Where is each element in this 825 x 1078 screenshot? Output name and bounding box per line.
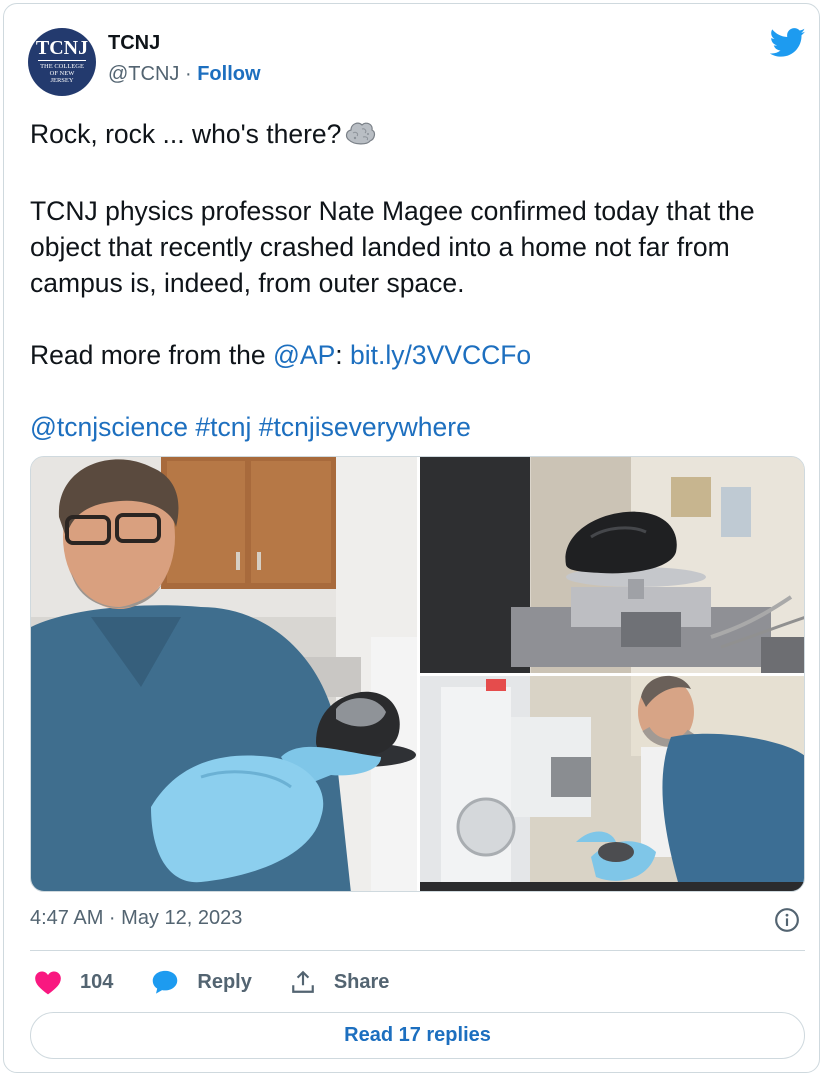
mention-tcnjscience-link[interactable]: @tcnjscience <box>30 412 188 442</box>
read-more-colon: : <box>335 340 351 370</box>
avatar-logo-text: TCNJ <box>35 37 89 59</box>
avatar[interactable]: TCNJ THE COLLEGE OF NEW JERSEY <box>28 28 96 96</box>
author-handle[interactable]: @TCNJ <box>108 63 179 85</box>
tweet-paragraph-2: TCNJ physics professor Nate Magee confir… <box>30 196 755 298</box>
photo-meteorite-on-instrument[interactable] <box>420 457 805 673</box>
like-button[interactable]: 104 <box>34 969 113 995</box>
share-button[interactable]: Share <box>290 969 390 995</box>
read-more-prefix: Read more from the <box>30 340 274 370</box>
read-replies-button[interactable]: Read 17 replies <box>30 1012 805 1059</box>
tweet-hashtags: @tcnjscience #tcnj #tcnjiseverywhere <box>30 409 810 445</box>
share-icon <box>292 970 314 993</box>
handle-separator: · <box>184 63 192 85</box>
twitter-bird-icon[interactable] <box>770 28 806 58</box>
reply-label: Reply <box>197 970 252 993</box>
like-count: 104 <box>80 970 114 993</box>
short-url-link[interactable]: bit.ly/3VVCCFo <box>350 340 531 370</box>
tweet-read-more: Read more from the @AP: bit.ly/3VVCCFo <box>30 337 810 373</box>
photo-professor-at-microscope[interactable] <box>420 675 805 892</box>
hashtag-tcnj-link[interactable]: #tcnj <box>195 412 251 442</box>
tweet-line-1-text: Rock, rock ... who's there? <box>30 119 342 149</box>
divider <box>30 950 805 951</box>
avatar-logo-subtitle: THE COLLEGE OF NEW JERSEY <box>38 60 86 84</box>
media-grid <box>30 456 805 892</box>
follow-button[interactable]: Follow <box>197 63 260 85</box>
info-icon[interactable] <box>774 907 800 933</box>
tweet-text: Rock, rock ... who's there? TCNJ physics… <box>30 116 810 445</box>
hashtag-tcnjiseverywhere-link[interactable]: #tcnjiseverywhere <box>259 412 471 442</box>
tweet-line-1: Rock, rock ... who's there? <box>30 116 810 157</box>
tweet-timestamp[interactable]: 4:47 AM · May 12, 2023 <box>30 907 242 930</box>
reply-button[interactable]: Reply <box>151 969 252 995</box>
share-label: Share <box>333 970 390 993</box>
author-handle-row: @TCNJ · Follow <box>108 63 261 86</box>
author-name[interactable]: TCNJ <box>108 32 160 55</box>
reply-bubble-icon <box>153 970 178 994</box>
mention-ap-link[interactable]: @AP <box>273 340 335 370</box>
action-bar: 104 Reply Share <box>34 966 427 998</box>
tweet-card: TCNJ THE COLLEGE OF NEW JERSEY TCNJ @TCN… <box>3 3 820 1073</box>
photo-professor-holding-meteorite[interactable] <box>31 457 417 892</box>
heart-icon <box>35 971 61 995</box>
rock-emoji-icon <box>343 118 377 157</box>
